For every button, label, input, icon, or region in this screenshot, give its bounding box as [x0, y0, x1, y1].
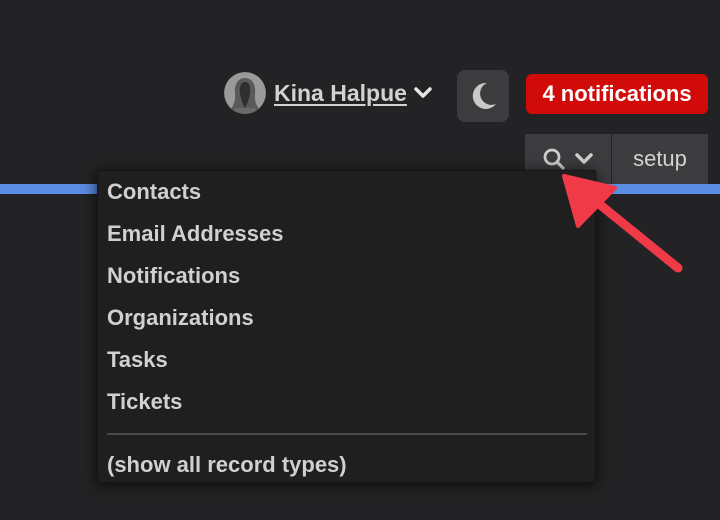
- notifications-badge[interactable]: 4 notifications: [526, 74, 708, 114]
- chevron-down-icon: [575, 153, 593, 164]
- search-icon: [543, 148, 565, 170]
- app-window: Kina Halpue 4 notifications setup Contac…: [0, 0, 720, 520]
- menu-item-contacts[interactable]: Contacts: [107, 179, 201, 205]
- tab-setup[interactable]: setup: [612, 134, 708, 184]
- search-type-dropdown: Contacts Email Addresses Notifications O…: [97, 170, 596, 483]
- menu-item-tasks[interactable]: Tasks: [107, 347, 168, 373]
- user-avatar-icon: [224, 72, 266, 114]
- menu-item-email-addresses[interactable]: Email Addresses: [107, 221, 284, 247]
- menu-item-show-all[interactable]: (show all record types): [107, 452, 347, 478]
- moon-icon: [472, 82, 496, 109]
- menu-item-notifications[interactable]: Notifications: [107, 263, 240, 289]
- menu-item-tickets[interactable]: Tickets: [107, 389, 182, 415]
- menu-item-organizations[interactable]: Organizations: [107, 305, 254, 331]
- menu-divider: [107, 433, 587, 435]
- theme-toggle-button[interactable]: [457, 70, 509, 122]
- user-menu[interactable]: Kina Halpue: [224, 72, 433, 114]
- chevron-down-icon: [414, 87, 432, 98]
- user-name-link[interactable]: Kina Halpue: [274, 80, 407, 107]
